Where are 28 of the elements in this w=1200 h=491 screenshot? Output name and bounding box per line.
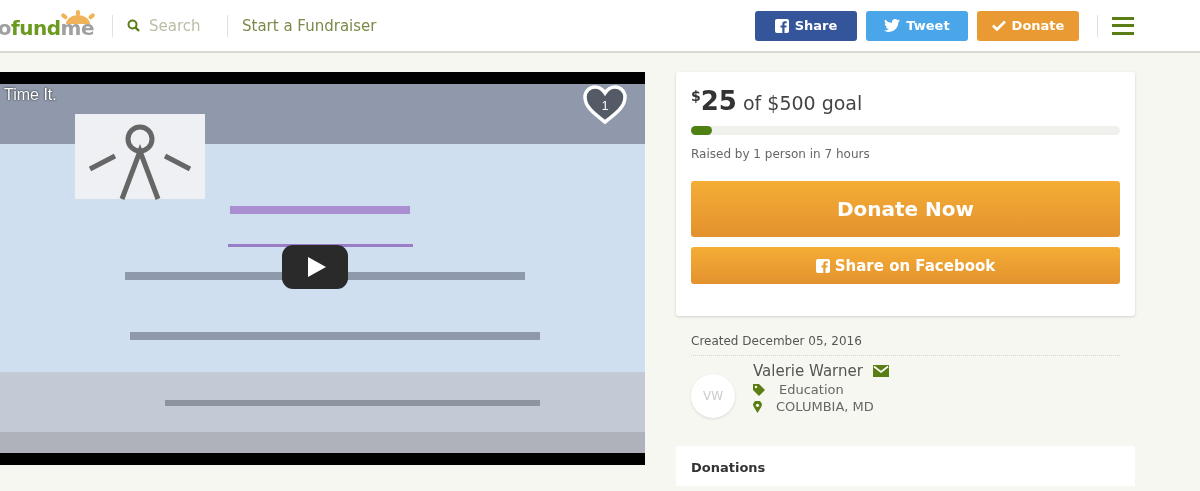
video-title[interactable]: Time It. [4, 86, 57, 104]
location-text: COLUMBIA, MD [776, 399, 874, 414]
search-icon [127, 19, 140, 32]
header-button[interactable]: Tweet [866, 10, 968, 41]
facebook-icon [815, 258, 830, 273]
share-facebook-button[interactable]: Share on Facebook [691, 247, 1120, 284]
organizer-name[interactable]: Valerie Warner [753, 362, 863, 380]
mail-icon[interactable] [872, 365, 889, 377]
check-icon [991, 20, 1006, 31]
heart-button[interactable]: 1 [582, 85, 628, 125]
donate-now-button[interactable]: Donate Now [691, 181, 1120, 237]
start-fundraiser-link[interactable]: Start a Fundraiser [242, 16, 377, 35]
category-text: Education [779, 382, 844, 397]
play-icon [308, 257, 326, 277]
facebook-icon [774, 18, 789, 33]
raised-amount: $^{$}$25 [691, 86, 737, 116]
created-date: Created December 05, 2016 [691, 334, 1120, 356]
play-button[interactable] [282, 245, 348, 289]
raised-text: Raised by 1 person in 7 hours [691, 147, 871, 161]
location-pin-icon [753, 400, 762, 413]
header-button[interactable]: Donate [977, 10, 1079, 41]
tag-icon [753, 383, 765, 396]
goal-text: of $500 goal [742, 92, 863, 114]
sun-icon [58, 9, 98, 24]
menu-icon[interactable] [1112, 16, 1134, 35]
header-button[interactable]: Share [755, 10, 857, 41]
donations-heading: Donations [691, 460, 767, 475]
bird-icon [884, 19, 901, 32]
